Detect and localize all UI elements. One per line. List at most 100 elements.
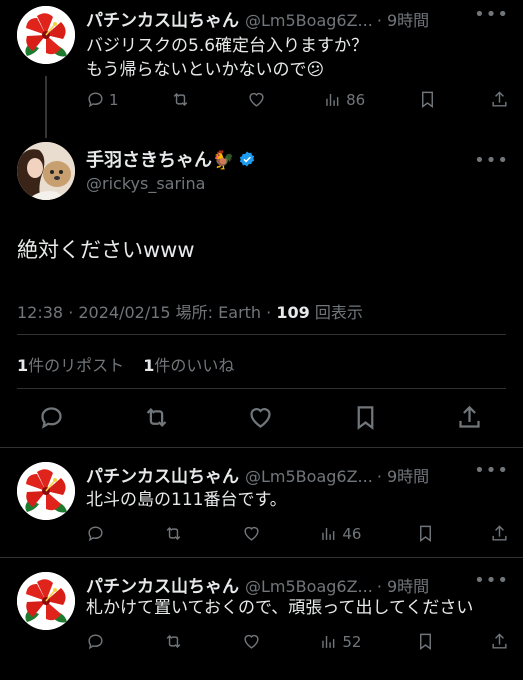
views-button[interactable]: 46	[319, 524, 361, 543]
heart-icon	[242, 632, 261, 651]
share-button[interactable]	[490, 524, 509, 543]
tweet-text: バジリスクの5.6確定台入りますか？ もう帰らないといかないので😕	[86, 34, 368, 82]
share-icon[interactable]	[456, 404, 483, 431]
reposts-label: 件のリポスト	[28, 356, 125, 375]
tweet-1[interactable]: パチンカス山ちゃん @Lm5Boag6Z... · 9時間 ••• バジリスクの…	[0, 0, 523, 140]
more-options-icon[interactable]: •••	[474, 4, 509, 25]
avatar-hibiscus[interactable]	[17, 6, 75, 64]
share-icon	[490, 632, 509, 651]
verified-badge-icon	[240, 151, 255, 167]
tweet-2-header: パチンカス山ちゃん @Lm5Boag6Z... · 9時間	[86, 462, 429, 487]
author-name[interactable]: パチンカス山ちゃん	[86, 462, 239, 487]
retweet-button[interactable]	[171, 90, 194, 109]
likes-label: 件のいいね	[154, 356, 235, 375]
avatar-main[interactable]	[17, 142, 75, 200]
views-icon	[319, 632, 338, 651]
views-total: 109	[276, 303, 310, 322]
share-icon	[490, 524, 509, 543]
tweet-time[interactable]: · 9時間	[377, 7, 429, 31]
bookmark-button[interactable]	[416, 632, 435, 651]
author-handle[interactable]: @Lm5Boag6Z...	[245, 577, 373, 596]
reply-icon[interactable]	[38, 404, 65, 431]
reply-icon	[86, 632, 105, 651]
tweet-actions: 46	[86, 524, 509, 543]
author-handle[interactable]: @Lm5Boag6Z...	[245, 467, 373, 486]
reposts-stat[interactable]: 1件のリポスト	[17, 356, 124, 375]
retweet-button[interactable]	[164, 524, 187, 543]
share-button[interactable]	[490, 90, 509, 109]
bookmark-button[interactable]	[418, 90, 437, 109]
hibiscus-icon	[17, 462, 75, 520]
more-options-icon[interactable]: •••	[474, 460, 509, 481]
share-icon	[490, 90, 509, 109]
likes-count: 1	[143, 356, 155, 375]
views-icon	[319, 524, 338, 543]
views-label: 回表示	[309, 303, 363, 322]
tweet-3-header: パチンカス山ちゃん @Lm5Boag6Z... · 9時間	[86, 572, 429, 597]
bookmark-icon	[418, 90, 437, 109]
reply-count: 1	[109, 90, 119, 109]
views-count: 86	[346, 90, 366, 109]
bookmark-button[interactable]	[416, 524, 435, 543]
hibiscus-icon	[17, 6, 75, 64]
heart-icon	[247, 90, 266, 109]
main-tweet-actions	[38, 404, 483, 431]
author-name[interactable]: パチンカス山ちゃん	[86, 572, 239, 597]
retweet-button[interactable]	[164, 632, 187, 651]
tweet-time[interactable]: · 9時間	[377, 573, 429, 597]
tweet-line: バジリスクの5.6確定台入りますか？	[86, 36, 369, 56]
tweet-1-header: パチンカス山ちゃん @Lm5Boag6Z... · 9時間	[86, 6, 429, 31]
tweet-meta: 12:38 · 2024/02/15 場所: Earth · 109 回表示	[17, 299, 363, 323]
reposts-count: 1	[17, 356, 29, 375]
heart-icon[interactable]	[247, 404, 274, 431]
retweet-icon	[164, 632, 183, 651]
author-name[interactable]: パチンカス山ちゃん	[86, 6, 239, 31]
reply-button[interactable]: 1	[86, 90, 119, 109]
tweet-timestamp[interactable]: 12:38 · 2024/02/15 場所: Earth ·	[17, 303, 276, 322]
thread-connector	[45, 76, 47, 138]
divider	[17, 334, 506, 335]
views-count: 52	[342, 632, 362, 651]
retweet-icon	[164, 524, 183, 543]
bookmark-icon	[416, 524, 435, 543]
reply-button[interactable]	[86, 632, 109, 651]
like-button[interactable]	[242, 632, 265, 651]
divider	[17, 388, 506, 389]
like-button[interactable]	[247, 90, 270, 109]
tweet-2[interactable]: パチンカス山ちゃん @Lm5Boag6Z... · 9時間 ••• 北斗の島の1…	[0, 448, 523, 556]
tweet-actions: 1 86	[86, 90, 509, 109]
main-tweet-text: 絶対くださいwww	[17, 238, 195, 262]
tweet-actions: 52	[86, 632, 509, 651]
main-author-name[interactable]: 手羽さきちゃん🐓	[86, 146, 234, 172]
main-author-name-row: 手羽さきちゃん🐓	[86, 146, 256, 172]
views-count: 46	[342, 524, 362, 543]
tweet-line: 札かけて置いておくので、頑張って出してください	[86, 598, 474, 618]
tweet-line: 北斗の島の111番台です。	[86, 490, 287, 510]
bookmark-icon[interactable]	[352, 404, 379, 431]
reply-icon	[86, 90, 105, 109]
main-author-handle[interactable]: @rickys_sarina	[86, 174, 205, 193]
like-button[interactable]	[242, 524, 265, 543]
profile-photo-icon	[17, 142, 75, 200]
hibiscus-icon	[17, 572, 75, 630]
more-options-icon[interactable]: •••	[474, 570, 509, 591]
tweet-text: 札かけて置いておくので、頑張って出してください	[86, 596, 473, 620]
bookmark-icon	[416, 632, 435, 651]
avatar-hibiscus[interactable]	[17, 462, 75, 520]
tweet-3[interactable]: パチンカス山ちゃん @Lm5Boag6Z... · 9時間 ••• 札かけて置い…	[0, 558, 523, 680]
more-options-icon[interactable]: •••	[474, 150, 509, 171]
retweet-icon[interactable]	[143, 404, 170, 431]
author-handle[interactable]: @Lm5Boag6Z...	[245, 11, 373, 30]
likes-stat[interactable]: 1件のいいね	[143, 356, 234, 375]
tweet-text: 北斗の島の111番台です。	[86, 488, 287, 512]
heart-icon	[242, 524, 261, 543]
reply-button[interactable]	[86, 524, 109, 543]
tweet-time[interactable]: · 9時間	[377, 463, 429, 487]
retweet-icon	[171, 90, 190, 109]
reply-icon	[86, 524, 105, 543]
views-button[interactable]: 52	[319, 632, 361, 651]
share-button[interactable]	[490, 632, 509, 651]
avatar-hibiscus[interactable]	[17, 572, 75, 630]
views-button[interactable]: 86	[323, 90, 365, 109]
engagement-stats: 1件のリポスト 1件のいいね	[17, 352, 234, 376]
